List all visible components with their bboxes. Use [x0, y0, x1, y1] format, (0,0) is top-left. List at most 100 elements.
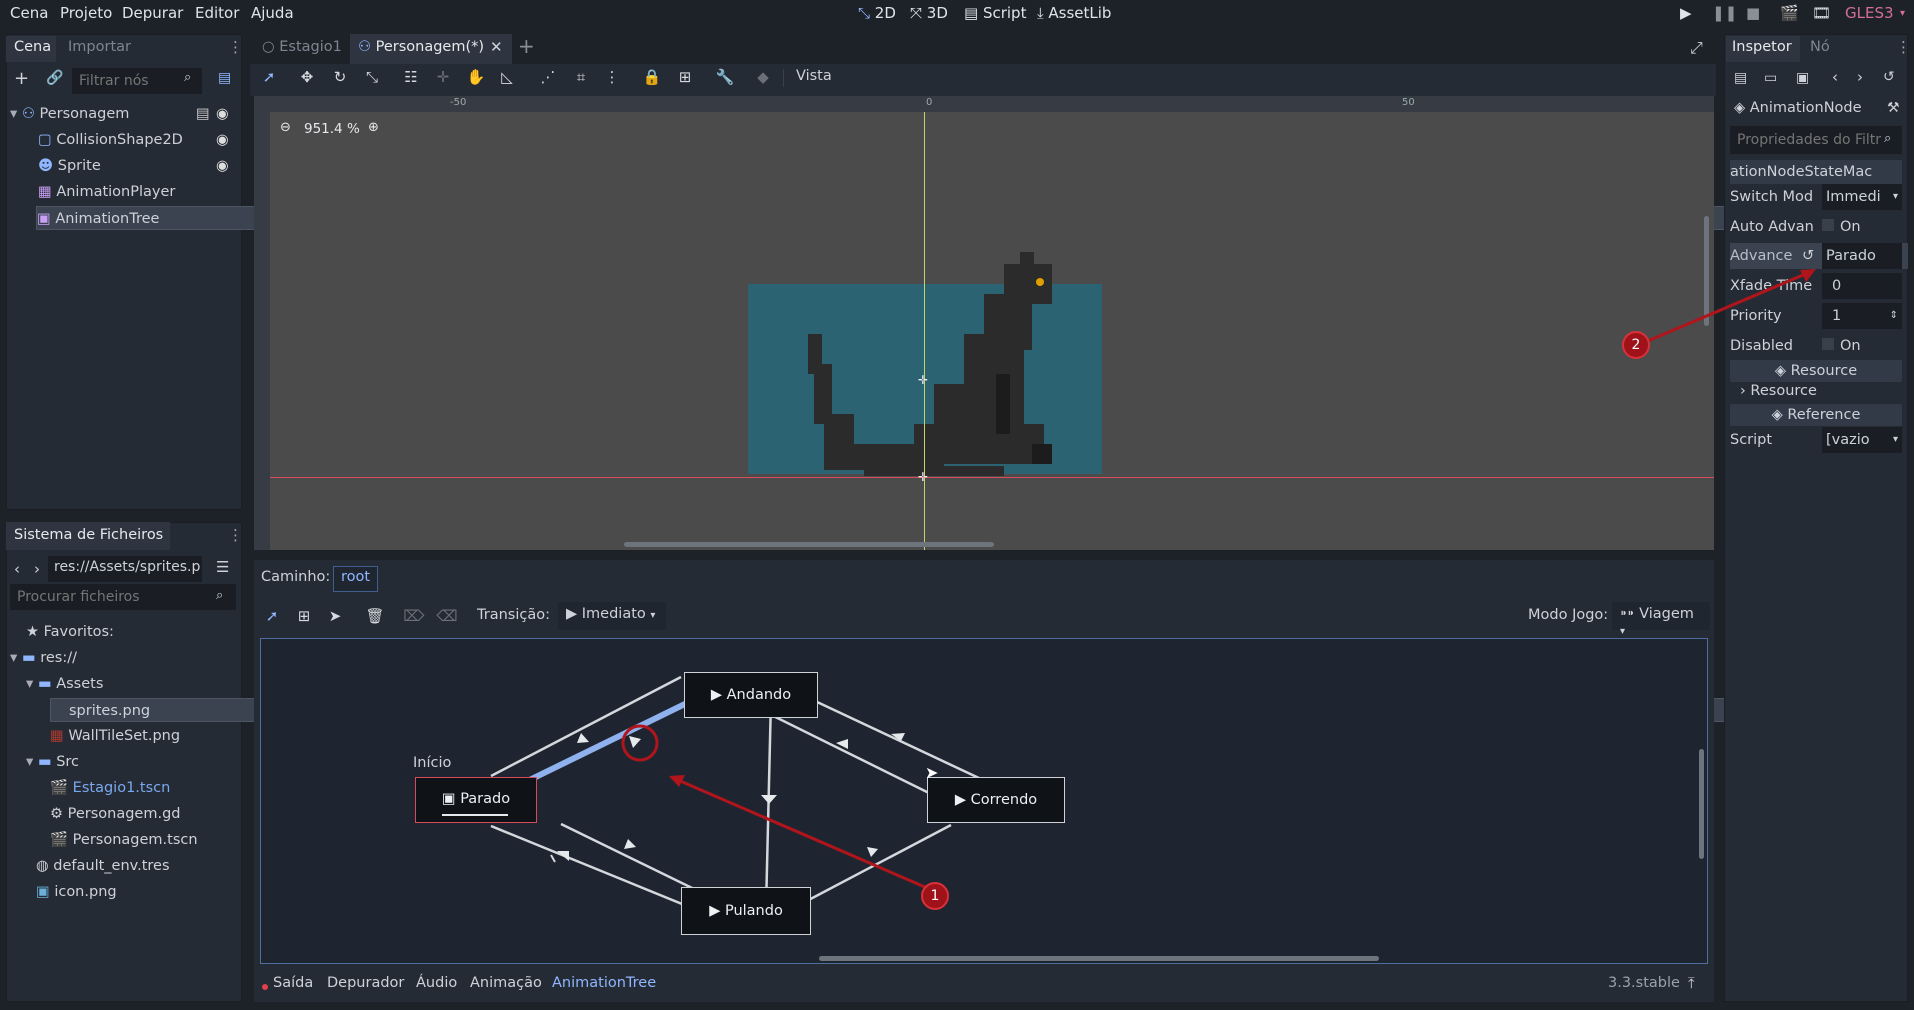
menu-projeto[interactable]: Projeto [60, 4, 112, 22]
menu-cena[interactable]: Cena [10, 4, 48, 22]
bottom-tab-audio[interactable]: Áudio [416, 975, 457, 991]
split-view-icon[interactable]: ☰ [216, 558, 229, 576]
disabled-checkbox[interactable]: On [1822, 333, 1861, 359]
smart-snap-icon[interactable]: ⋰ [537, 66, 559, 88]
workspace-assetlib[interactable]: ⤓ AssetLib [1037, 4, 1111, 22]
history-back-icon[interactable]: ‹ [1832, 68, 1838, 86]
open-folder-icon[interactable]: ▭ [1764, 70, 1777, 86]
create-node-tool-icon[interactable]: ⊞ [293, 605, 315, 627]
renderer-select[interactable]: GLES3 [1845, 4, 1894, 22]
stop-button[interactable]: ■ [1746, 4, 1760, 22]
list-select-icon[interactable]: ☷ [400, 66, 422, 88]
dock-menu-icon[interactable]: ⋮ [228, 38, 243, 56]
rotate-tool-icon[interactable]: ↻ [329, 66, 351, 88]
play-icon[interactable]: ▶ [709, 903, 720, 919]
set-end-icon[interactable]: ⌫ [436, 605, 458, 627]
bottom-tab-depurador[interactable]: Depurador [327, 975, 404, 991]
dock-menu-icon[interactable]: ⋮ [1896, 38, 1911, 56]
path-root-button[interactable]: root [333, 566, 379, 592]
path-field[interactable]: res://Assets/sprites.p [48, 556, 202, 582]
workspace-2d[interactable]: ⤡ 2D [858, 4, 896, 22]
menu-ajuda[interactable]: Ajuda [251, 4, 294, 22]
pan-tool-icon[interactable]: ✋ [465, 66, 487, 88]
visibility-eye-icon[interactable]: ◉ [216, 154, 229, 178]
workspace-3d[interactable]: ⤧ 3D [910, 4, 948, 22]
visibility-eye-icon[interactable]: ◉ [216, 102, 229, 126]
connect-node-tool-icon[interactable]: ➤ [324, 605, 346, 627]
lock-icon[interactable]: 🔒 [641, 66, 663, 88]
save-icon[interactable]: ▣ [1796, 70, 1809, 86]
snap-options-icon[interactable]: ⋮ [601, 66, 623, 88]
back-icon[interactable]: ‹ [14, 560, 20, 578]
play-mode-select[interactable]: ⁍⁍ Viagem ▾ [1612, 602, 1710, 637]
tab-inspetor[interactable]: Inspetor [1732, 39, 1792, 55]
zoom-in-icon[interactable]: ⊕ [368, 120, 379, 135]
xfade-time-field[interactable]: 0 [1822, 273, 1902, 299]
history-forward-icon[interactable]: › [1857, 68, 1863, 86]
zoom-out-icon[interactable]: ⊖ [280, 120, 291, 135]
auto-advance-checkbox[interactable]: On [1822, 214, 1861, 240]
ruler-tool-icon[interactable]: ◺ [496, 66, 518, 88]
visibility-eye-icon[interactable]: ◉ [216, 128, 229, 152]
play-icon[interactable]: ▶ [711, 687, 722, 703]
play-button[interactable]: ▶ [1680, 4, 1692, 22]
advance-condition-field[interactable]: Parado [1822, 243, 1902, 269]
resource-subsection[interactable]: › Resource [1740, 383, 1817, 399]
state-node-correndo[interactable]: ▶ Correndo [927, 777, 1065, 823]
group-icon[interactable]: ⊞ [674, 66, 696, 88]
menu-editor[interactable]: Editor [195, 4, 239, 22]
close-tab-icon[interactable]: ✕ [490, 38, 503, 56]
add-node-icon[interactable]: + [14, 68, 29, 89]
scene-tab-estagio1[interactable]: ○ Estagio1 [262, 39, 342, 55]
new-tab-icon[interactable]: + [518, 34, 535, 58]
camera-icon[interactable]: ◆ [752, 66, 774, 88]
bone-icon[interactable]: 🔧 [714, 66, 736, 88]
reference-section[interactable]: ◈ Reference [1730, 404, 1902, 426]
state-machine-graph[interactable]: Início ▶ Andando ▣ Parado ▶ Correndo ▶ P… [260, 638, 1708, 964]
tab-importar[interactable]: Importar [68, 39, 131, 55]
filesystem-title[interactable]: Sistema de Ficheiros [14, 527, 163, 543]
horizontal-scrollbar[interactable] [624, 542, 994, 547]
distraction-free-icon[interactable]: ⤢ [1690, 38, 1703, 58]
play-icon[interactable]: ▶ [955, 792, 966, 808]
state-node-pulando[interactable]: ▶ Pulando [681, 887, 811, 935]
tab-no[interactable]: Nó [1810, 39, 1830, 55]
renderer-chevron-icon[interactable]: ▾ [1900, 8, 1905, 19]
new-resource-icon[interactable]: ▤ [1734, 70, 1747, 86]
canvas-viewport[interactable]: -50 0 50 ⊖ 951.4 % ⊕ ✛ ✛ [254, 96, 1714, 550]
switch-mode-select[interactable]: Immedi ▾ [1822, 184, 1902, 210]
bottom-tab-animacao[interactable]: Animação [470, 975, 542, 991]
script-select[interactable]: [vazio ▾ [1822, 427, 1902, 453]
scale-tool-icon[interactable]: ⤡ [361, 66, 383, 88]
pivot-icon[interactable]: ✛ [432, 66, 454, 88]
history-icon[interactable]: ↺ [1883, 69, 1895, 85]
scene-tab-personagem[interactable]: ⚇ Personagem(*) [358, 39, 484, 55]
bottom-tab-saida[interactable]: Saída [273, 975, 313, 991]
tab-cena[interactable]: Cena [14, 39, 51, 55]
scene-filter-input[interactable] [72, 68, 202, 94]
state-node-parado[interactable]: ▣ Parado [415, 777, 537, 823]
zoom-level[interactable]: 951.4 % [304, 121, 360, 137]
set-start-icon[interactable]: ⌦ [403, 605, 425, 627]
priority-spinbox[interactable]: 1 ⇕ [1822, 303, 1902, 329]
dock-menu-icon[interactable]: ⋮ [228, 526, 243, 544]
graph-horizontal-scrollbar[interactable] [819, 956, 1379, 961]
script-attach-icon[interactable]: ▤ [218, 70, 231, 86]
script-icon[interactable]: ▤ [196, 102, 210, 126]
object-selector[interactable]: ◈ AnimationNode [1734, 100, 1862, 116]
select-node-tool-icon[interactable]: ➚ [261, 605, 283, 627]
expand-panel-icon[interactable]: ⤒ [1688, 974, 1695, 992]
state-node-andando[interactable]: ▶ Andando [684, 672, 818, 718]
graph-vertical-scrollbar[interactable] [1699, 749, 1704, 859]
pause-button[interactable]: ❚❚ [1712, 4, 1737, 22]
instance-scene-icon[interactable]: 🔗 [46, 70, 63, 86]
select-tool-icon[interactable]: ➚ [258, 66, 280, 88]
view-menu[interactable]: Vista [796, 68, 832, 84]
play-scene-icon[interactable]: 🎬 [1780, 4, 1799, 22]
property-filter-input[interactable] [1730, 126, 1902, 154]
grid-snap-icon[interactable]: ⌗ [570, 66, 592, 88]
file-search-input[interactable] [10, 584, 236, 610]
object-tools-icon[interactable]: ⚒ [1887, 100, 1900, 116]
play-custom-icon[interactable]: 🎞 [1812, 4, 1831, 22]
delete-node-icon[interactable]: 🗑 [364, 605, 386, 627]
